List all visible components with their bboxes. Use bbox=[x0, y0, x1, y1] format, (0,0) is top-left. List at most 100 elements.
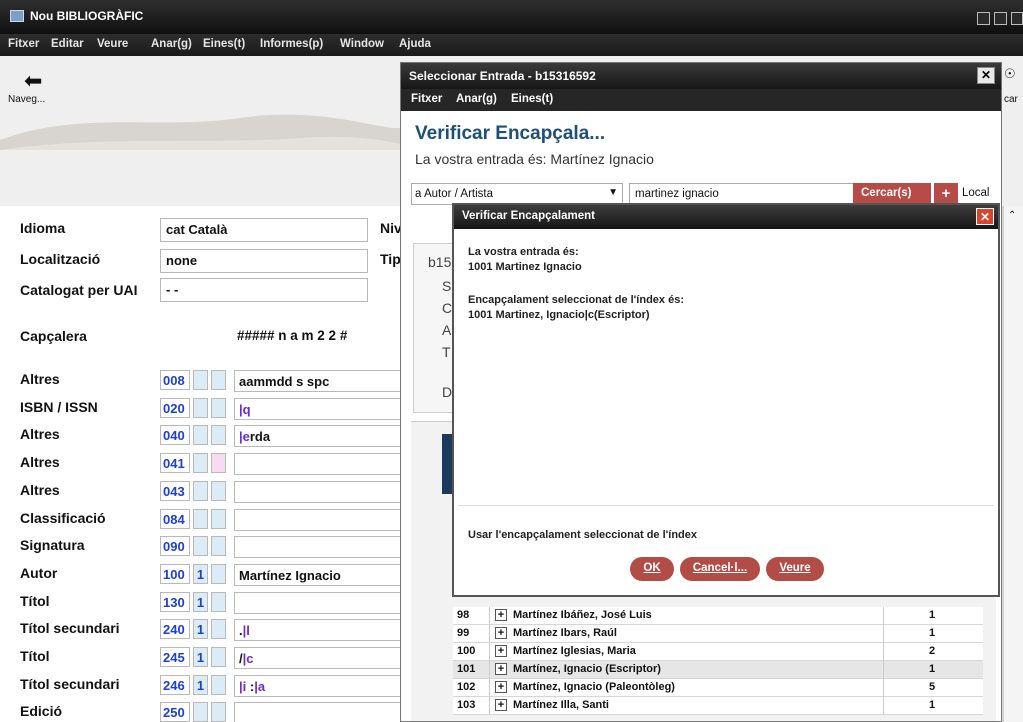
indicator-1-field[interactable] bbox=[193, 509, 208, 529]
menu-eines[interactable]: Eines(t) bbox=[511, 93, 553, 105]
indicator-1-field[interactable] bbox=[193, 453, 208, 473]
maximize-icon[interactable] bbox=[994, 12, 1007, 25]
marc-tag-field[interactable]: 250 bbox=[160, 702, 190, 722]
indicator-2-field[interactable] bbox=[211, 647, 226, 667]
marc-tag-field[interactable]: 245 bbox=[160, 647, 190, 667]
indicator-1-field[interactable]: 1 bbox=[193, 675, 208, 695]
nav-label[interactable]: Naveg... bbox=[8, 94, 45, 105]
view-button[interactable]: Veure bbox=[766, 557, 824, 581]
marc-tag-field[interactable]: 020 bbox=[160, 398, 190, 418]
indicator-1-field[interactable] bbox=[193, 425, 208, 445]
menu-fitxer[interactable]: Fitxer bbox=[8, 38, 39, 50]
field-value-input[interactable]: |erda bbox=[234, 425, 404, 447]
indicator-1-field[interactable]: 1 bbox=[193, 647, 208, 667]
field-value-input[interactable]: aammdd s spc bbox=[234, 370, 404, 392]
marc-tag-field[interactable]: 090 bbox=[160, 536, 190, 556]
field-value-input[interactable]: |q bbox=[234, 398, 404, 420]
field-value-input[interactable] bbox=[234, 702, 404, 722]
main-scrollbar[interactable]: ⌃ bbox=[1003, 206, 1023, 722]
idioma-field[interactable]: cat Català bbox=[160, 218, 368, 242]
indicator-1-field[interactable] bbox=[193, 536, 208, 556]
marc-tag-field[interactable]: 100 bbox=[160, 564, 190, 584]
menu-informes[interactable]: Informes(p) bbox=[260, 38, 323, 50]
menu-anar[interactable]: Anar(g) bbox=[456, 93, 497, 105]
field-value-input[interactable] bbox=[234, 453, 404, 475]
capcalera-value[interactable]: ##### n a m 2 2 # bbox=[237, 328, 347, 343]
indicator-1-field[interactable]: 1 bbox=[193, 564, 208, 584]
expand-icon[interactable]: + bbox=[495, 645, 507, 657]
indicator-2-field[interactable] bbox=[211, 398, 226, 418]
menu-eines[interactable]: Eines(t) bbox=[203, 38, 245, 50]
toolbar-right-label[interactable]: car bbox=[1004, 94, 1018, 105]
menu-ajuda[interactable]: Ajuda bbox=[399, 38, 431, 50]
indicator-1-field[interactable]: 1 bbox=[193, 592, 208, 612]
indicator-2-field[interactable] bbox=[211, 481, 226, 501]
expand-icon[interactable]: + bbox=[495, 609, 507, 621]
add-icon[interactable]: + bbox=[934, 183, 958, 205]
field-value-input[interactable]: .|l bbox=[234, 619, 404, 641]
indicator-2-field[interactable] bbox=[211, 592, 226, 612]
table-row[interactable]: 99 + Martínez Ibars, Raúl 1 bbox=[453, 625, 983, 643]
marc-tag-field[interactable]: 008 bbox=[160, 370, 190, 390]
indicator-1-field[interactable] bbox=[193, 398, 208, 418]
table-row[interactable]: 103 + Martínez Illa, Santi 1 bbox=[453, 697, 983, 715]
marc-tag-field[interactable]: 043 bbox=[160, 481, 190, 501]
indicator-1-field[interactable]: 1 bbox=[193, 619, 208, 639]
expand-icon[interactable]: + bbox=[495, 681, 507, 693]
indicator-2-field[interactable] bbox=[211, 702, 226, 722]
field-value-input[interactable] bbox=[234, 509, 404, 531]
table-row[interactable]: 98 + Martínez Ibáñez, José Luis 1 bbox=[453, 607, 983, 625]
menu-fitxer[interactable]: Fitxer bbox=[411, 93, 442, 105]
table-row[interactable]: 100 + Martínez Iglesias, Maria 2 bbox=[453, 643, 983, 661]
menu-editar[interactable]: Editar bbox=[51, 38, 84, 50]
field-value-input[interactable] bbox=[234, 592, 404, 614]
expand-icon[interactable]: + bbox=[495, 663, 507, 675]
indicator-2-field[interactable] bbox=[211, 453, 226, 473]
marc-tag-field[interactable]: 246 bbox=[160, 675, 190, 695]
help-icon[interactable]: ☉ bbox=[1004, 66, 1016, 82]
local-label[interactable]: Local bbox=[962, 187, 990, 199]
indicator-2-field[interactable] bbox=[211, 509, 226, 529]
indicator-2-field[interactable] bbox=[211, 536, 226, 556]
close-icon[interactable]: ✕ bbox=[976, 208, 994, 225]
marc-tag-field[interactable]: 040 bbox=[160, 425, 190, 445]
field-label: Títol bbox=[20, 648, 50, 664]
menu-window[interactable]: Window bbox=[340, 38, 384, 50]
scroll-up-icon[interactable]: ⌃ bbox=[1008, 210, 1016, 221]
divider bbox=[489, 661, 490, 679]
close-icon[interactable] bbox=[1011, 12, 1023, 25]
expand-icon[interactable]: + bbox=[495, 627, 507, 639]
ok-button[interactable]: OK bbox=[630, 557, 674, 581]
cancel-button[interactable]: Cancel·l... bbox=[680, 557, 760, 581]
search-input[interactable]: martinez ignacio bbox=[629, 183, 854, 205]
indicator-2-field[interactable] bbox=[211, 619, 226, 639]
marc-tag-field[interactable]: 240 bbox=[160, 619, 190, 639]
field-value-input[interactable] bbox=[234, 536, 404, 558]
indicator-2-field[interactable] bbox=[211, 370, 226, 390]
search-button[interactable]: Cercar(s) bbox=[853, 183, 931, 205]
field-type-select[interactable]: a Autor / Artista ▼ bbox=[411, 183, 623, 205]
back-arrow-icon[interactable]: ⬅ bbox=[24, 68, 42, 94]
indicator-2-field[interactable] bbox=[211, 425, 226, 445]
marc-tag-field[interactable]: 084 bbox=[160, 509, 190, 529]
indicator-1-field[interactable] bbox=[193, 702, 208, 722]
table-row[interactable]: 102 + Martínez, Ignacio (Paleontòleg) 5 bbox=[453, 679, 983, 697]
field-value-input[interactable] bbox=[234, 481, 404, 503]
expand-icon[interactable]: + bbox=[495, 699, 507, 711]
indicator-1-field[interactable] bbox=[193, 481, 208, 501]
indicator-2-field[interactable] bbox=[211, 564, 226, 584]
field-value-input[interactable]: |i :|a bbox=[234, 675, 404, 697]
menu-veure[interactable]: Veure bbox=[97, 38, 128, 50]
field-value-input[interactable]: Martínez Ignacio bbox=[234, 564, 404, 586]
close-icon[interactable]: ✕ bbox=[977, 67, 995, 84]
field-value-input[interactable]: /|c bbox=[234, 647, 404, 669]
marc-tag-field[interactable]: 130 bbox=[160, 592, 190, 612]
table-row[interactable]: 101 + Martínez, Ignacio (Escriptor) 1 bbox=[453, 661, 983, 679]
indicator-2-field[interactable] bbox=[211, 675, 226, 695]
minimize-icon[interactable] bbox=[977, 12, 990, 25]
marc-tag-field[interactable]: 041 bbox=[160, 453, 190, 473]
menu-anar[interactable]: Anar(g) bbox=[151, 38, 192, 50]
indicator-1-field[interactable] bbox=[193, 370, 208, 390]
catalogat-field[interactable]: - - bbox=[160, 278, 368, 302]
localitzacio-field[interactable]: none bbox=[160, 249, 368, 273]
